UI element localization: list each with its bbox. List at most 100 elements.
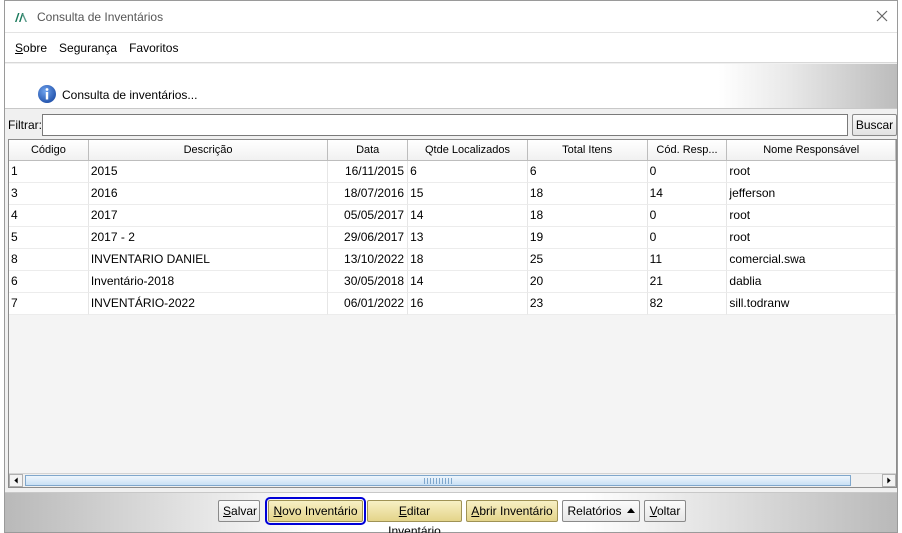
cell-codigo: 3 — [9, 183, 89, 205]
column-header-descricao[interactable]: Descrição — [88, 140, 329, 161]
buscar-button[interactable]: Buscar — [852, 114, 897, 136]
title-bar: Consulta de Inventários — [5, 1, 897, 33]
editar-inventario-label: ditar Inventário — [388, 504, 441, 533]
cell-data: 16/11/2015 — [328, 161, 409, 183]
cell-qtde-localizados: 18 — [408, 249, 528, 271]
cell-descricao: INVENTARIO DANIEL — [88, 249, 329, 271]
cell-descricao: 2017 — [88, 205, 329, 227]
horizontal-scrollbar[interactable] — [9, 473, 896, 487]
abrir-inventario-label: brir Inventário — [479, 504, 553, 518]
cell-cod-responsavel: 0 — [647, 205, 728, 227]
cell-data: 06/01/2022 — [328, 293, 409, 315]
filter-row: Filtrar: Buscar — [5, 113, 897, 137]
filter-label: Filtrar: — [8, 118, 42, 132]
close-icon[interactable] — [873, 7, 891, 25]
cell-descricao: Inventário-2018 — [88, 271, 329, 293]
column-header-nome-responsavel[interactable]: Nome Responsável — [727, 140, 896, 161]
cell-total-itens: 23 — [527, 293, 648, 315]
cell-total-itens: 18 — [527, 205, 648, 227]
menu-seguranca-label: Segurança — [59, 40, 118, 55]
novo-inventario-mnemonic: N — [273, 504, 283, 518]
column-header-data[interactable]: Data — [328, 140, 409, 161]
cell-qtde-localizados: 14 — [408, 271, 528, 293]
editar-inventario-mnemonic: E — [398, 504, 407, 518]
cell-codigo: 6 — [9, 271, 89, 293]
column-header-total-itens[interactable]: Total Itens — [527, 140, 648, 161]
column-header-codigo[interactable]: Código — [9, 140, 89, 161]
table-row[interactable]: 3 2016 18/07/2016 15 18 14 jefferson — [9, 183, 896, 205]
window-title: Consulta de Inventários — [37, 9, 164, 24]
main-window: Consulta de Inventários Sobre Segurança … — [4, 0, 898, 533]
cell-qtde-localizados: 13 — [408, 227, 528, 249]
menu-sobre-label: obre — [23, 40, 48, 55]
cell-codigo: 4 — [9, 205, 89, 227]
cell-codigo: 1 — [9, 161, 89, 183]
salvar-button[interactable]: Salvar — [218, 500, 260, 522]
cell-total-itens: 25 — [527, 249, 648, 271]
cell-total-itens: 18 — [527, 183, 648, 205]
cell-total-itens: 19 — [527, 227, 648, 249]
salvar-label: alvar — [231, 504, 258, 518]
cell-cod-responsavel: 21 — [647, 271, 728, 293]
cell-codigo: 5 — [9, 227, 89, 249]
relatorios-label: Relatórios — [567, 504, 622, 518]
cell-qtde-localizados: 16 — [408, 293, 528, 315]
cell-descricao: 2015 — [88, 161, 329, 183]
cell-cod-responsavel: 0 — [647, 227, 728, 249]
table-row[interactable]: 1 2015 16/11/2015 6 6 0 root — [9, 161, 896, 183]
cell-data: 13/10/2022 — [328, 249, 409, 271]
cell-nome-responsavel: jefferson — [727, 183, 896, 205]
cell-cod-responsavel: 11 — [647, 249, 728, 271]
voltar-button[interactable]: Voltar — [644, 500, 686, 522]
column-header-qtde-localizados[interactable]: Qtde Localizados — [408, 140, 528, 161]
abrir-inventario-button[interactable]: Abrir Inventário — [466, 500, 558, 522]
cell-qtde-localizados: 6 — [408, 161, 528, 183]
novo-inventario-button[interactable]: Novo Inventário — [265, 497, 366, 525]
table-header: Código Descrição Data Qtde Localizados T… — [9, 140, 896, 161]
cell-descricao: 2016 — [88, 183, 329, 205]
column-header-cod-responsavel[interactable]: Cód. Resp... — [647, 140, 728, 161]
app-logo-icon — [15, 12, 27, 22]
info-panel: Consulta de inventários... — [5, 64, 897, 109]
cell-codigo: 8 — [9, 249, 89, 271]
table-row[interactable]: 5 2017 - 2 29/06/2017 13 19 0 root — [9, 227, 896, 249]
editar-inventario-button[interactable]: Editar Inventário — [367, 500, 462, 533]
menu-seguranca[interactable]: Segurança — [55, 41, 125, 55]
cell-data: 18/07/2016 — [328, 183, 409, 205]
cell-cod-responsavel: 0 — [647, 161, 728, 183]
cell-descricao: 2017 - 2 — [88, 227, 329, 249]
cell-cod-responsavel: 82 — [647, 293, 728, 315]
triangle-up-icon — [626, 508, 635, 513]
info-icon — [38, 85, 56, 103]
cell-data: 29/06/2017 — [328, 227, 409, 249]
table-row[interactable]: 6 Inventário-2018 30/05/2018 14 20 21 da… — [9, 271, 896, 293]
cell-data: 05/05/2017 — [328, 205, 409, 227]
cell-codigo: 7 — [9, 293, 89, 315]
cell-descricao: INVENTÁRIO-2022 — [88, 293, 329, 315]
cell-nome-responsavel: comercial.swa — [727, 249, 896, 271]
menu-bar: Sobre Segurança Favoritos — [5, 33, 897, 63]
cell-qtde-localizados: 14 — [408, 205, 528, 227]
cell-data: 30/05/2018 — [328, 271, 409, 293]
voltar-label: oltar — [657, 504, 681, 518]
cell-nome-responsavel: root — [727, 227, 896, 249]
cell-nome-responsavel: sill.todranw — [727, 293, 896, 315]
cell-nome-responsavel: root — [727, 205, 896, 227]
filter-input[interactable] — [42, 114, 848, 136]
cell-cod-responsavel: 14 — [647, 183, 728, 205]
relatorios-button[interactable]: Relatórios — [562, 500, 640, 522]
table-row[interactable]: 8 INVENTARIO DANIEL 13/10/2022 18 25 11 … — [9, 249, 896, 271]
voltar-mnemonic: V — [649, 504, 657, 518]
cell-total-itens: 6 — [527, 161, 648, 183]
menu-favoritos-label: Favoritos — [129, 40, 179, 55]
scroll-right-arrow-icon[interactable] — [882, 474, 896, 487]
menu-favoritos[interactable]: Favoritos — [125, 41, 186, 55]
menu-sobre-mnemonic: S — [15, 40, 24, 55]
table-row[interactable]: 7 INVENTÁRIO-2022 06/01/2022 16 23 82 si… — [9, 293, 896, 315]
table-row[interactable]: 4 2017 05/05/2017 14 18 0 root — [9, 205, 896, 227]
scroll-left-arrow-icon[interactable] — [9, 474, 23, 487]
menu-sobre[interactable]: Sobre — [11, 41, 55, 55]
scrollbar-thumb[interactable] — [25, 475, 851, 486]
inventory-table: Código Descrição Data Qtde Localizados T… — [8, 139, 897, 488]
salvar-mnemonic: S — [223, 504, 232, 518]
